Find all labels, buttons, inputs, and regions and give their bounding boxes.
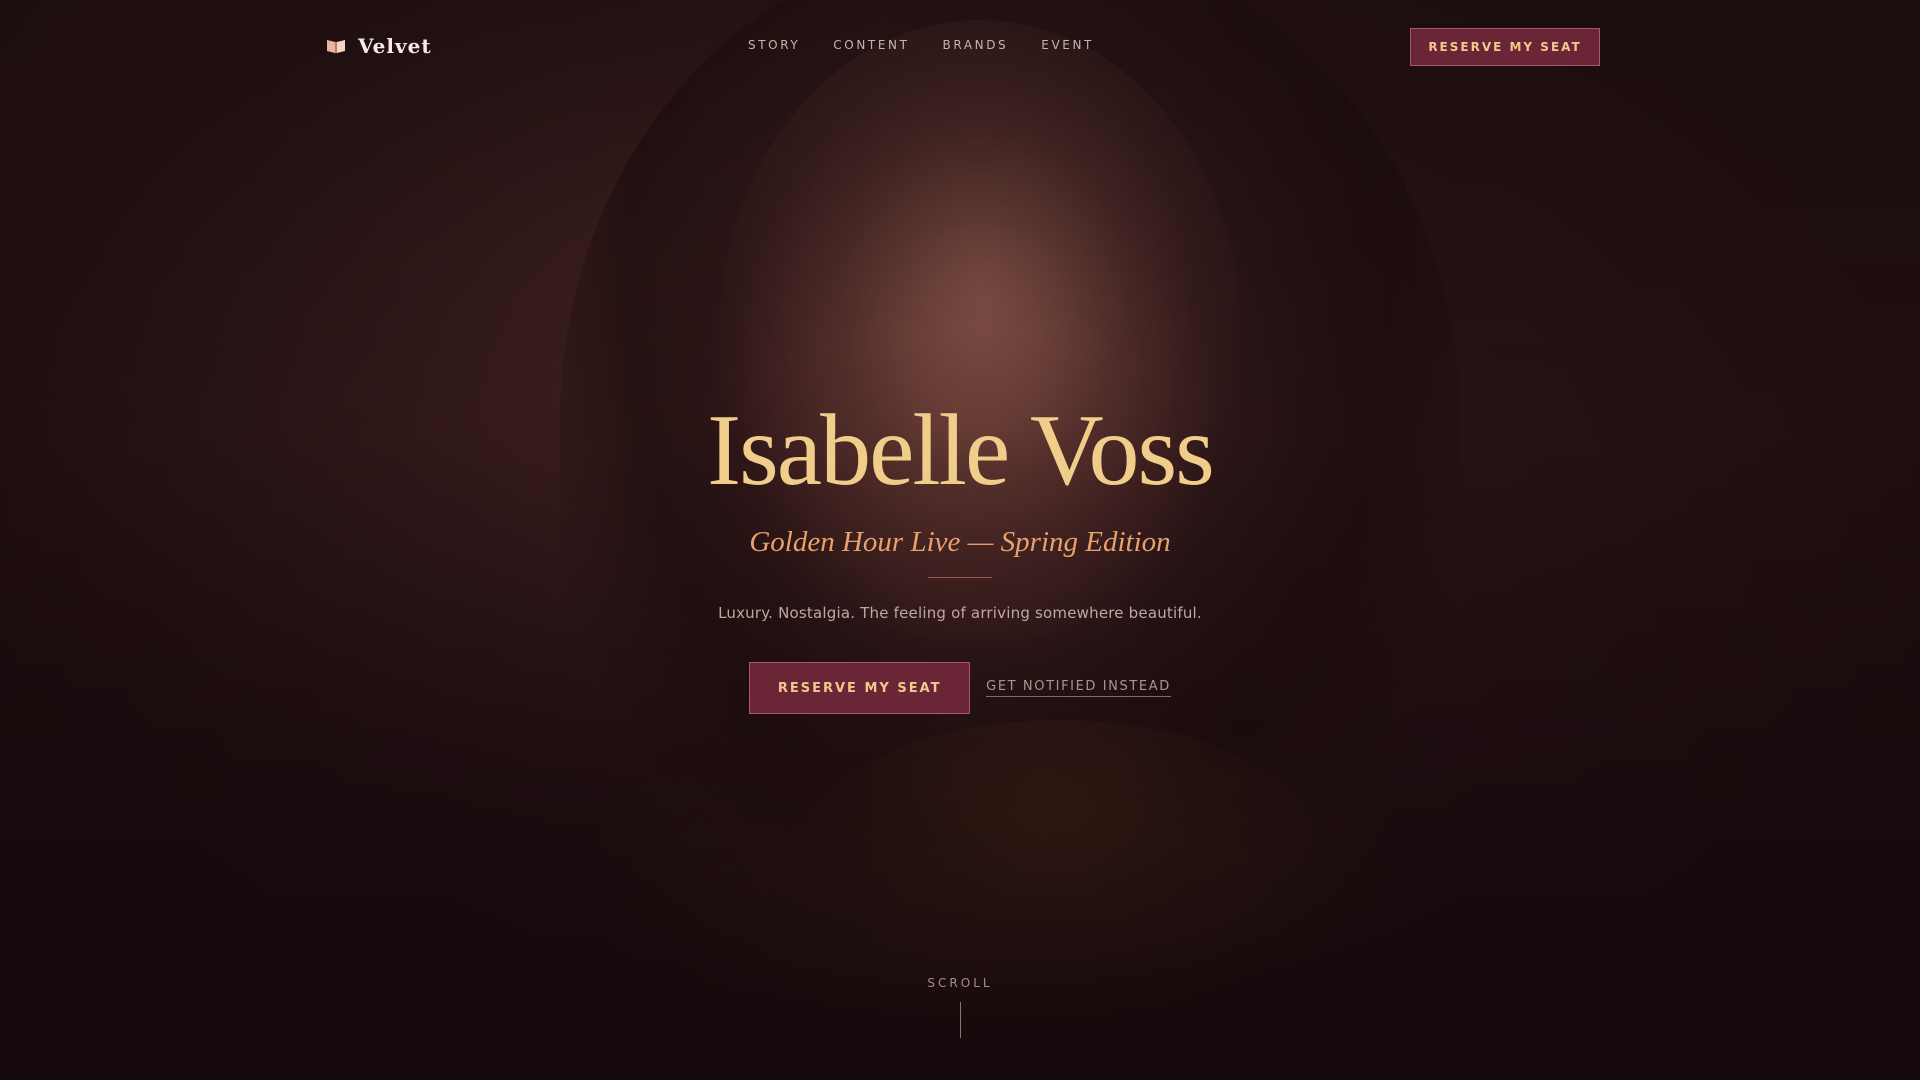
scroll-line [959, 1002, 961, 1038]
hero-title: Isabelle Voss [707, 394, 1215, 507]
nav-link-story[interactable]: STORY [748, 38, 800, 52]
brand-logo[interactable]: Velvet [326, 34, 432, 58]
hero-section: Isabelle Voss Golden Hour Live — Spring … [0, 400, 1920, 714]
hero-actions: RESERVE MY SEAT GET NOTIFIED INSTEAD [0, 662, 1920, 714]
hero-tagline: Luxury. Nostalgia. The feeling of arrivi… [718, 604, 1202, 622]
reserve-seat-button[interactable]: RESERVE MY SEAT [749, 662, 971, 714]
scroll-label: SCROLL [927, 976, 993, 990]
nav-links: STORY CONTENT BRANDS EVENT [748, 38, 1094, 52]
nav-link-content[interactable]: CONTENT [833, 38, 909, 52]
scroll-indicator[interactable]: SCROLL [0, 976, 1920, 1038]
get-notified-link[interactable]: GET NOTIFIED INSTEAD [986, 679, 1171, 697]
nav-reserve-seat-button[interactable]: RESERVE MY SEAT [1410, 28, 1600, 66]
brand-name: Velvet [358, 34, 432, 58]
hero-subtitle: Golden Hour Live — Spring Edition [749, 526, 1171, 558]
nav-link-brands[interactable]: BRANDS [943, 38, 1009, 52]
top-navigation: Velvet STORY CONTENT BRANDS EVENT RESERV… [0, 0, 1920, 94]
nav-link-event[interactable]: EVENT [1041, 38, 1094, 52]
open-book-icon [327, 40, 345, 54]
hero-divider [928, 577, 992, 578]
